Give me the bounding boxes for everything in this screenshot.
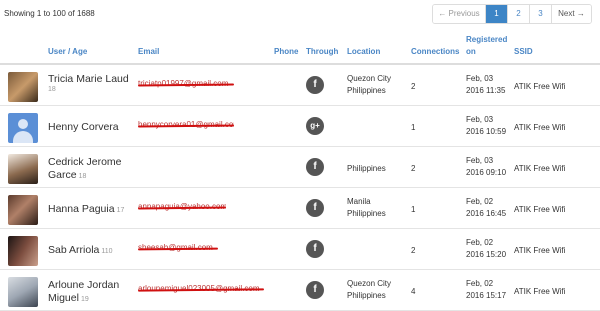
location-country: Philippines — [347, 291, 386, 300]
registered-on: Feb, 03 2016 11:35 — [466, 73, 505, 97]
column-header-email[interactable]: Email — [138, 46, 159, 58]
table-row[interactable]: Sab Arriola110 sheesab@gmail.com f 2 Feb… — [0, 229, 600, 270]
registered-date: Feb, 03 — [466, 156, 494, 165]
table-row[interactable]: Tricia Marie Laud 18 triciatp01997@gmail… — [0, 65, 600, 106]
user-age: 18 — [78, 173, 87, 180]
user-age: 17 — [116, 207, 125, 214]
location-city: Manila — [347, 197, 371, 206]
facebook-icon: f — [306, 281, 324, 299]
registered-line-1: Registered — [466, 35, 508, 44]
user-name[interactable]: Sab Arriola — [48, 244, 99, 256]
ssid-value: ATIK Free Wifi — [514, 246, 566, 255]
connections-count: 1 — [411, 123, 416, 132]
registered-date: Feb, 03 — [466, 74, 494, 83]
location: Quezon City Philippines — [347, 73, 391, 97]
page-3-button[interactable]: 3 — [529, 5, 551, 23]
registered-line-2: on — [466, 47, 476, 56]
connections-count: 1 — [411, 205, 416, 214]
connections-count: 2 — [411, 82, 416, 91]
user-name-age: Cedrick Jerome Garce 18 — [48, 156, 138, 183]
ssid-value: ATIK Free Wifi — [514, 205, 566, 214]
location: Quezon City Philippines — [347, 278, 391, 302]
table-row[interactable]: Hanna Paguia17 annapaguia@yahoo.com f Ma… — [0, 188, 600, 229]
page-2-button[interactable]: 2 — [507, 5, 529, 23]
user-avatar — [8, 236, 38, 266]
location-country: Philippines — [347, 164, 386, 173]
page-1-button[interactable]: 1 — [485, 5, 507, 23]
registered-time: 2016 09:10 — [466, 168, 507, 177]
pagination: ← Previous 1 2 3 Next → — [432, 4, 592, 24]
registered-on: Feb, 02 2016 15:20 — [466, 237, 506, 261]
user-name-age: Sab Arriola 110 — [48, 244, 138, 258]
facebook-icon: f — [306, 240, 324, 258]
user-avatar — [8, 195, 38, 225]
column-header-user-age[interactable]: User / Age — [48, 46, 87, 58]
email-value — [138, 161, 234, 173]
google-plus-icon: g+ — [306, 117, 324, 135]
connections-count: 4 — [411, 287, 416, 296]
table-row[interactable]: Cedrick Jerome Garce 18 f Philippines 2 F… — [0, 147, 600, 188]
user-name[interactable]: Henny Corvera — [48, 121, 119, 133]
location: Manila Philippines — [347, 196, 386, 220]
registered-on: Feb, 02 2016 16:45 — [466, 196, 506, 220]
user-name-age: Arloune Jordan Miguel 19 — [48, 279, 138, 306]
previous-page-button[interactable]: ← Previous — [433, 5, 485, 23]
user-name-age: Tricia Marie Laud 18 — [48, 73, 138, 93]
next-page-button[interactable]: Next → — [551, 5, 591, 23]
user-age: 19 — [80, 296, 89, 303]
registered-date: Feb, 03 — [466, 115, 494, 124]
registered-on: Feb, 03 2016 10:59 — [466, 114, 506, 138]
registered-date: Feb, 02 — [466, 197, 494, 206]
column-header-connections[interactable]: Connections — [411, 46, 459, 58]
registered-time: 2016 15:17 — [466, 291, 507, 300]
connections-count: 2 — [411, 164, 416, 173]
column-header-phone[interactable]: Phone — [274, 46, 298, 58]
registered-on: Feb, 03 2016 09:10 — [466, 155, 506, 179]
column-header-location[interactable]: Location — [347, 46, 380, 58]
registered-time: 2016 16:45 — [466, 209, 507, 218]
user-avatar — [8, 277, 38, 307]
user-name-age: Henny Corvera — [48, 121, 138, 135]
registered-time: 2016 15:20 — [466, 250, 507, 259]
user-age: 110 — [101, 248, 113, 255]
facebook-icon: f — [306, 76, 324, 94]
table-row[interactable]: Henny Corvera hennycorvera01@gmail.com g… — [0, 106, 600, 147]
registered-time: 2016 10:59 — [466, 127, 507, 136]
user-avatar — [8, 154, 38, 184]
table-row[interactable]: Arloune Jordan Miguel19 arlounemiguel023… — [0, 270, 600, 311]
user-name-age: Hanna Paguia 17 — [48, 203, 138, 217]
location-country: Philippines — [347, 86, 386, 95]
user-age: 18 — [48, 86, 56, 93]
registered-date: Feb, 02 — [466, 279, 494, 288]
facebook-icon: f — [306, 199, 324, 217]
ssid-value: ATIK Free Wifi — [514, 82, 566, 91]
default-avatar-icon — [8, 113, 38, 143]
column-header-ssid[interactable]: SSID — [514, 46, 533, 58]
registered-on: Feb, 02 2016 15:17 — [466, 278, 506, 302]
user-avatar — [8, 72, 38, 102]
location: Philippines — [347, 163, 386, 175]
showing-count: Showing 1 to 100 of 1688 — [4, 9, 95, 18]
registered-time: 2016 11:35 — [466, 86, 506, 95]
user-name[interactable]: Tricia Marie Laud — [48, 73, 129, 85]
connections-count: 2 — [411, 246, 416, 255]
location-city: Quezon City — [347, 279, 392, 288]
ssid-value: ATIK Free Wifi — [514, 287, 566, 296]
facebook-icon: f — [306, 158, 324, 176]
column-header-through[interactable]: Through — [306, 46, 338, 58]
ssid-value: ATIK Free Wifi — [514, 123, 566, 132]
table-header: User / Age Email Phone Through Location … — [0, 28, 600, 65]
ssid-value: ATIK Free Wifi — [514, 164, 566, 173]
location-country: Philippines — [347, 209, 386, 218]
user-name[interactable]: Hanna Paguia — [48, 203, 115, 215]
column-header-registered[interactable]: Registered on — [466, 34, 507, 58]
registered-date: Feb, 02 — [466, 238, 494, 247]
location-city: Quezon City — [347, 74, 392, 83]
